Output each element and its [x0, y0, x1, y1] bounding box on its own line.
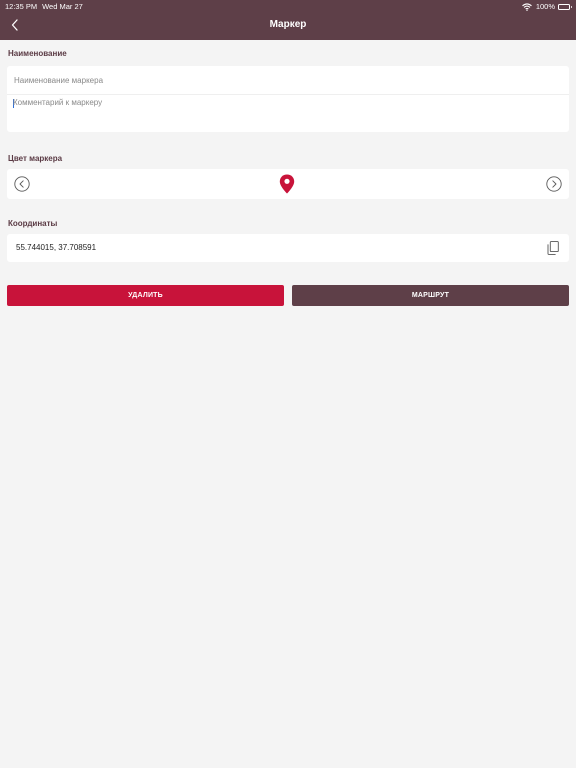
- battery-cap: [570, 5, 572, 8]
- color-section-label: Цвет маркера: [8, 154, 63, 163]
- marker-preview: [279, 174, 295, 194]
- wifi-icon: [521, 2, 532, 11]
- coordinates-value: 55.744015, 37.708591: [16, 243, 97, 252]
- delete-button[interactable]: УДАЛИТЬ: [7, 285, 284, 306]
- chevron-left-circle-icon: [14, 176, 30, 192]
- coordinates-card: 55.744015, 37.708591: [7, 234, 569, 262]
- marker-name-input[interactable]: [14, 74, 554, 86]
- copy-icon: [547, 241, 559, 255]
- page-title: Маркер: [269, 19, 307, 30]
- marker-comment-input[interactable]: [13, 98, 553, 126]
- navigation-bar: 12:35 PM Wed Mar 27 100% Маркер: [0, 0, 576, 40]
- copy-coordinates-button[interactable]: [546, 240, 560, 256]
- prev-color-button[interactable]: [14, 176, 30, 192]
- chevron-right-circle-icon: [546, 176, 562, 192]
- next-color-button[interactable]: [546, 176, 562, 192]
- coords-section-label: Координаты: [8, 219, 58, 228]
- name-section-label: Наименование: [8, 49, 67, 58]
- battery-icon: [558, 3, 572, 10]
- battery-percent: 100%: [535, 2, 555, 11]
- color-picker-card: [7, 169, 569, 199]
- name-card-divider: [7, 94, 569, 95]
- status-bar-right: 100%: [521, 2, 572, 11]
- status-bar-left: 12:35 PM Wed Mar 27: [5, 2, 83, 11]
- name-card: [7, 66, 569, 132]
- status-date: Wed Mar 27: [42, 2, 83, 11]
- map-pin-icon: [279, 174, 295, 194]
- status-time: 12:35 PM: [5, 2, 38, 11]
- route-button[interactable]: МАРШРУТ: [292, 285, 569, 306]
